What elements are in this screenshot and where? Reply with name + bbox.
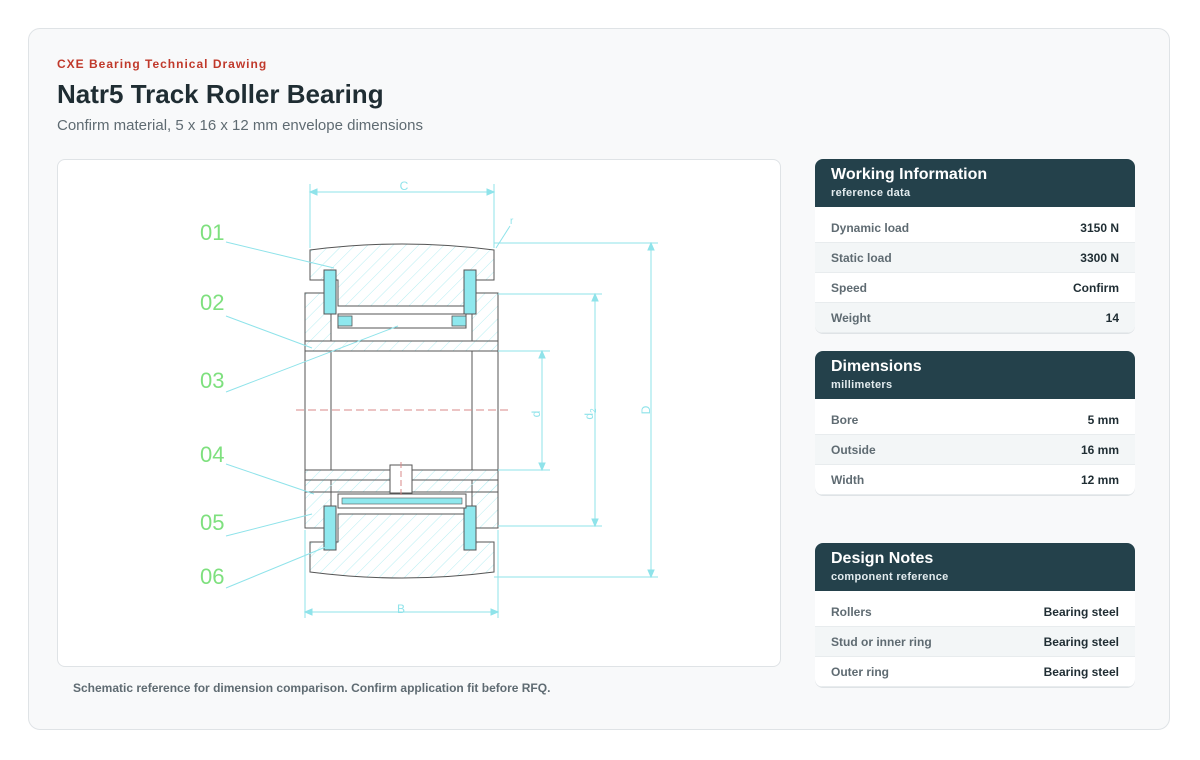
label-r: r	[510, 216, 514, 227]
dimensions-subtitle: millimeters	[831, 379, 893, 391]
label-c: C	[400, 179, 409, 193]
seal-top-right	[463, 269, 477, 315]
dimension-value: 16 mm	[1080, 442, 1119, 457]
dimensions-panel: Dimensions millimeters Bore 5 mm Outside 1…	[815, 351, 1135, 495]
working-info-subtitle: reference data	[831, 187, 911, 199]
radius-leader	[495, 225, 511, 249]
label-d2: d2	[582, 408, 598, 420]
inner-ring-top	[304, 340, 499, 352]
label-b: B	[397, 602, 405, 616]
callout-03: 03	[200, 368, 224, 393]
dimension-label: Outside	[831, 442, 876, 457]
seal-bottom-left	[323, 505, 337, 551]
callout-06: 06	[200, 564, 224, 589]
page-title: Natr5 Track Roller Bearing	[57, 79, 384, 109]
material-row: Outer ring Bearing steel	[815, 657, 1135, 687]
dimension-value: 5 mm	[1087, 412, 1119, 427]
spec-label: Weight	[831, 310, 871, 325]
label-outer-d: D	[639, 405, 653, 414]
page-subtitle: Confirm material, 5 x 16 x 12 mm envelop…	[57, 117, 423, 134]
callout-04: 04	[200, 442, 224, 467]
spec-row: Weight 14	[815, 303, 1135, 333]
working-info-panel: Working Information reference data Dynam…	[815, 159, 1135, 333]
spec-value: Confirm	[1073, 280, 1119, 295]
spec-row: Dynamic load 3150 N	[815, 213, 1135, 243]
roller-top-end-left	[337, 315, 353, 327]
component-label: Outer ring	[831, 664, 890, 679]
dimension-label: Bore	[831, 412, 859, 427]
roller-bottom-core	[341, 497, 463, 505]
component-label: Stud or inner ring	[831, 634, 932, 649]
dimensions-header: Dimensions millimeters	[815, 351, 1135, 399]
working-info-header: Working Information reference data	[815, 159, 1135, 207]
dimensions-title: Dimensions	[831, 358, 922, 375]
material-row: Stud or inner ring Bearing steel	[815, 627, 1135, 657]
spec-row: Speed Confirm	[815, 273, 1135, 303]
design-notes-header: Design Notes component reference	[815, 543, 1135, 591]
spec-label: Speed	[831, 280, 868, 295]
material-value: Bearing steel	[1043, 634, 1119, 649]
seal-top-left	[323, 269, 337, 315]
design-notes-title: Design Notes	[831, 550, 934, 567]
component-label: Rollers	[831, 604, 872, 619]
dimension-d2	[498, 292, 602, 528]
label-d: d	[529, 411, 543, 418]
lube-hole	[389, 464, 413, 494]
dimension-outer-d	[494, 241, 658, 579]
callout-05: 05	[200, 510, 224, 535]
eyebrow-label: CXE Bearing Technical Drawing	[57, 57, 268, 71]
material-value: Bearing steel	[1043, 604, 1119, 619]
drawing-caption: Schematic reference for dimension compar…	[73, 681, 551, 695]
bearing-drawing-svg: C r B d d2 D 01 02 03 04 05 06	[200, 179, 658, 618]
material-row: Rollers Bearing steel	[815, 597, 1135, 627]
spec-value: 3300 N	[1080, 250, 1119, 265]
design-notes-panel: Design Notes component reference Rollers…	[815, 543, 1135, 687]
working-info-title: Working Information	[831, 166, 988, 183]
dimension-row: Outside 16 mm	[815, 435, 1135, 465]
roller-top	[337, 313, 467, 329]
seal-bottom-right	[463, 505, 477, 551]
callout-01: 01	[200, 220, 224, 245]
spec-value: 14	[1105, 310, 1119, 325]
dimension-value: 12 mm	[1080, 472, 1119, 487]
technical-drawing: C r B d d2 D 01 02 03 04 05 06	[57, 159, 781, 667]
dimension-row: Width 12 mm	[815, 465, 1135, 495]
spec-label: Dynamic load	[831, 220, 910, 235]
design-notes-subtitle: component reference	[831, 571, 949, 583]
material-value: Bearing steel	[1043, 664, 1119, 679]
dimension-label: Width	[831, 472, 865, 487]
spec-value: 3150 N	[1080, 220, 1119, 235]
dimension-row: Bore 5 mm	[815, 405, 1135, 435]
spec-row: Static load 3300 N	[815, 243, 1135, 273]
roller-top-end-right	[451, 315, 467, 327]
dimension-c	[308, 184, 496, 248]
callout-02: 02	[200, 290, 224, 315]
spec-label: Static load	[831, 250, 892, 265]
main-card: CXE Bearing Technical Drawing Natr5 Trac…	[28, 28, 1170, 730]
